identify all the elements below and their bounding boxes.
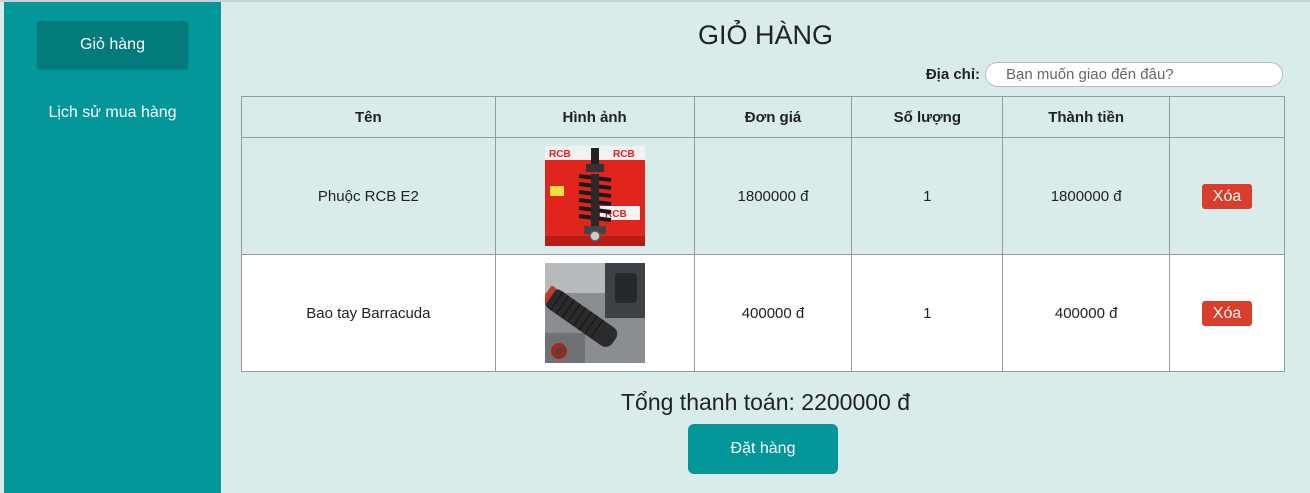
product-name: Phuộc RCB E2 [241, 137, 496, 255]
sidebar: Giỏ hàng Lịch sử mua hàng [4, 2, 221, 493]
unit-price: 1800000 đ [693, 137, 853, 255]
product-image-cell: RCB RCB RCB [494, 137, 695, 255]
actions-cell: Xóa [1169, 137, 1285, 255]
place-order-button[interactable]: Đặt hàng [688, 424, 838, 474]
column-header-unit-price: Đơn giá [693, 96, 853, 138]
product-image-shock-absorber[interactable]: RCB RCB RCB [544, 146, 645, 246]
svg-text:RCB: RCB [549, 149, 571, 160]
product-image-cell [494, 254, 695, 372]
sidebar-item-cart[interactable]: Giỏ hàng [37, 21, 188, 69]
table-row: Bao tay Barracuda 400000 đ 1 400000 đ Xó… [241, 254, 1285, 372]
column-header-subtotal: Thành tiền [1002, 96, 1171, 138]
column-header-actions [1169, 96, 1285, 138]
product-image-handlebar-grip[interactable] [544, 263, 645, 363]
quantity: 1 [851, 137, 1004, 255]
quantity: 1 [851, 254, 1004, 372]
sidebar-item-purchase-history[interactable]: Lịch sử mua hàng [4, 104, 221, 122]
table-header-row: Tên Hình ảnh Đơn giá Số lượng Thành tiền [241, 96, 1285, 138]
product-name: Bao tay Barracuda [241, 254, 496, 372]
total-payment: Tổng thanh toán: 2200000 đ [620, 389, 911, 415]
actions-cell: Xóa [1169, 254, 1285, 372]
delete-button[interactable]: Xóa [1202, 300, 1253, 326]
table-row: Phuộc RCB E2 RCB RCB RCB 1800000 đ 1 180… [241, 137, 1285, 255]
column-header-image: Hình ảnh [494, 96, 695, 138]
delete-button[interactable]: Xóa [1202, 183, 1253, 209]
column-header-name: Tên [241, 96, 496, 138]
subtotal: 1800000 đ [1002, 137, 1171, 255]
subtotal: 400000 đ [1002, 254, 1171, 372]
column-header-quantity: Số lượng [851, 96, 1004, 138]
page-title: GIỎ HÀNG [697, 20, 833, 50]
cart-table: Tên Hình ảnh Đơn giá Số lượng Thành tiền… [241, 96, 1285, 372]
address-input[interactable] [985, 62, 1283, 87]
unit-price: 400000 đ [693, 254, 853, 372]
address-label: Địa chỉ: [925, 66, 980, 83]
svg-text:RCB: RCB [613, 149, 635, 160]
